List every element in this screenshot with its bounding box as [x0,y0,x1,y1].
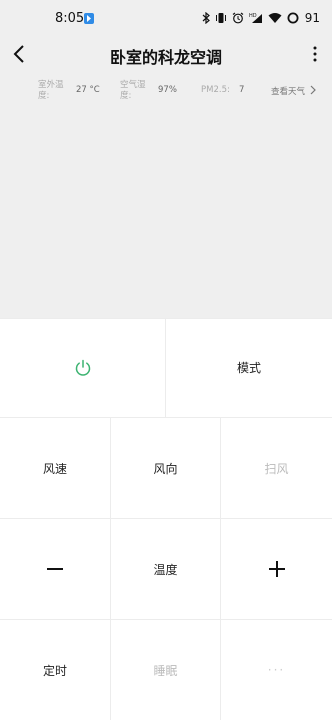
bluetooth-icon [202,12,210,24]
minus-icon [47,568,63,570]
temp-increase-button[interactable] [221,519,332,620]
power-button[interactable] [0,318,166,418]
wind-direction-button[interactable]: 风向 [111,418,221,519]
wifi-icon [268,13,282,23]
humidity-value: 97% [158,85,177,95]
pm25-value: 7 [239,85,245,95]
battery-level: 91 [304,11,320,25]
humidity-label: 空气湿度: [120,80,146,101]
more-button[interactable]: ··· [221,620,332,720]
svg-text:HD: HD [249,13,257,19]
view-weather-link[interactable]: 查看天气 [271,85,305,97]
vibrate-icon [215,13,226,23]
power-icon [75,359,90,376]
status-bar: 8:05 HD 91 [0,0,332,36]
timer-button[interactable]: 定时 [0,620,111,720]
alarm-icon [232,12,244,24]
hd-signal-icon: HD [249,13,262,23]
app-header: 卧室的科龙空调 [0,36,332,72]
chevron-right-icon[interactable] [310,85,316,95]
temperature-label: 温度 [111,519,221,620]
plus-icon [268,561,285,577]
outdoor-temp-label: 室外温度: [38,80,64,101]
outdoor-temp-value: 27 °C [76,85,100,95]
temp-decrease-button[interactable] [0,519,111,620]
battery-icon [287,12,299,24]
sleep-button[interactable]: 睡眠 [111,620,221,720]
control-grid: 模式 风速 风向 扫风 温度 定时 睡眠 ··· [0,318,332,720]
pm25-label: PM2.5: [201,85,230,95]
fan-speed-button[interactable]: 风速 [0,418,111,519]
status-time: 8:05 [55,11,85,26]
page-title: 卧室的科龙空调 [109,48,222,67]
app-notification-icon [84,13,94,24]
status-icons: HD 91 [202,11,320,25]
more-options-icon[interactable] [312,45,318,63]
swing-button[interactable]: 扫风 [221,418,332,519]
mode-button[interactable]: 模式 [166,318,332,418]
